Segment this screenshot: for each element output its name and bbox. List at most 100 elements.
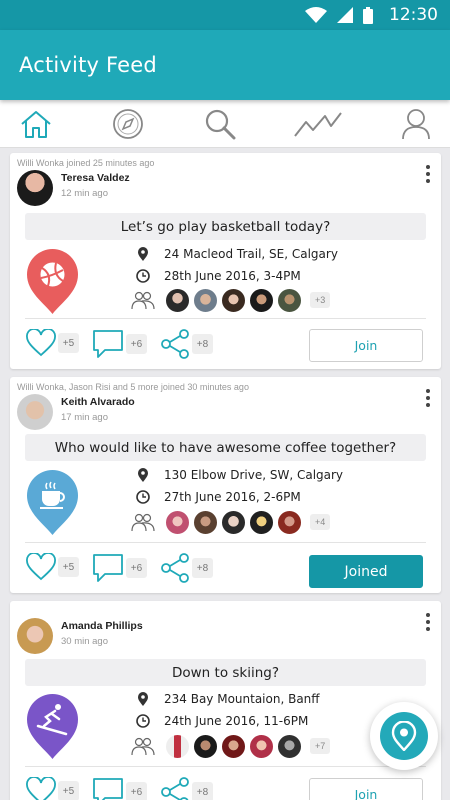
activity-card: Willi Wonka joined 25 minutes ago Teresa… — [10, 153, 441, 369]
participant-avatar[interactable] — [193, 287, 218, 313]
location-text: 130 Elbow Drive, SW, Calgary — [164, 468, 344, 482]
skiing-icon — [27, 694, 78, 759]
map-pin-icon — [138, 247, 148, 261]
comment-button[interactable]: +6 — [92, 329, 147, 359]
participants-row[interactable]: +3 — [131, 287, 331, 313]
avatar[interactable] — [17, 394, 53, 430]
participant-avatar[interactable] — [277, 287, 302, 313]
participant-avatar[interactable] — [165, 733, 190, 759]
share-button[interactable]: +8 — [160, 329, 213, 359]
share-button[interactable]: +8 — [160, 777, 213, 800]
avatar[interactable] — [17, 618, 53, 654]
share-icon — [161, 329, 189, 359]
activity-question: Let’s go play basketball today? — [25, 213, 426, 240]
participant-avatar[interactable] — [277, 733, 302, 759]
create-activity-fab[interactable] — [370, 702, 438, 770]
activity-chart-icon — [294, 111, 342, 137]
divider — [25, 318, 426, 319]
more-options-button[interactable] — [421, 163, 435, 185]
tab-home[interactable] — [16, 104, 56, 144]
group-icon — [131, 513, 155, 532]
join-button[interactable]: Join — [309, 778, 423, 800]
tab-explore[interactable] — [108, 104, 148, 144]
status-time: 12:30 — [389, 5, 438, 25]
joined-by-text: Willi Wonka, Jason Risi and 5 more joine… — [17, 382, 249, 392]
location-marker-icon — [391, 721, 417, 751]
participant-avatar[interactable] — [193, 509, 218, 535]
share-count: +8 — [192, 558, 213, 578]
participant-avatar[interactable] — [221, 509, 246, 535]
group-icon — [131, 291, 155, 310]
participant-avatar[interactable] — [193, 733, 218, 759]
share-count: +8 — [192, 782, 213, 800]
activity-card: Willi Wonka, Jason Risi and 5 more joine… — [10, 377, 441, 593]
more-participants-badge[interactable]: +3 — [310, 292, 331, 308]
share-button[interactable]: +8 — [160, 553, 213, 583]
map-pin-icon — [138, 468, 148, 482]
search-icon — [205, 109, 236, 139]
location-row: 234 Bay Mountaion, Banff — [136, 689, 320, 709]
like-button[interactable]: +5 — [26, 777, 79, 800]
participants-row[interactable]: +7 — [131, 733, 331, 759]
activity-question: Down to skiing? — [25, 659, 426, 686]
wifi-icon — [305, 7, 327, 23]
comment-icon — [93, 554, 123, 582]
tab-activity[interactable] — [292, 104, 344, 144]
participant-avatar[interactable] — [221, 287, 246, 313]
tab-search[interactable] — [200, 104, 240, 144]
like-button[interactable]: +5 — [26, 329, 79, 357]
participant-avatar[interactable] — [249, 287, 274, 313]
more-participants-badge[interactable]: +4 — [310, 514, 331, 530]
coffee-cup-icon — [27, 470, 78, 535]
comment-button[interactable]: +6 — [92, 777, 147, 800]
more-options-button[interactable] — [421, 611, 435, 633]
divider — [25, 542, 426, 543]
comment-count: +6 — [126, 334, 147, 354]
post-time: 17 min ago — [61, 412, 109, 423]
person-icon — [402, 108, 430, 139]
share-count: +8 — [192, 334, 213, 354]
participant-avatar[interactable] — [165, 287, 190, 313]
status-bar: 12:30 — [0, 0, 450, 30]
user-name[interactable]: Keith Alvarado — [61, 396, 135, 408]
group-icon — [131, 737, 155, 756]
more-participants-badge[interactable]: +7 — [310, 738, 331, 754]
like-count: +5 — [58, 333, 79, 353]
share-icon — [161, 553, 189, 583]
datetime-text: 24th June 2016, 11-6PM — [164, 714, 309, 728]
share-icon — [161, 777, 189, 800]
heart-icon — [26, 553, 56, 581]
clock-icon — [136, 714, 150, 728]
joined-button[interactable]: Joined — [309, 555, 423, 588]
location-row: 130 Elbow Drive, SW, Calgary — [136, 465, 343, 485]
participant-avatar[interactable] — [249, 509, 274, 535]
app-bar: Activity Feed — [0, 30, 450, 100]
join-button[interactable]: Join — [309, 329, 423, 362]
datetime-row: 27th June 2016, 2-6PM — [136, 487, 301, 507]
participant-avatar[interactable] — [249, 733, 274, 759]
activity-question: Who would like to have awesome coffee to… — [25, 434, 426, 461]
datetime-text: 28th June 2016, 3-4PM — [164, 269, 301, 283]
location-row: 24 Macleod Trail, SE, Calgary — [136, 244, 338, 264]
participant-avatar[interactable] — [165, 509, 190, 535]
activity-card: Amanda Phillips 30 min ago Down to skiin… — [10, 601, 441, 800]
comment-button[interactable]: +6 — [92, 553, 147, 583]
divider — [25, 766, 426, 767]
avatar[interactable] — [17, 170, 53, 206]
comment-count: +6 — [126, 558, 147, 578]
participants-row[interactable]: +4 — [131, 509, 331, 535]
like-button[interactable]: +5 — [26, 553, 79, 581]
tab-bar — [0, 100, 450, 148]
participant-avatar[interactable] — [277, 509, 302, 535]
user-name[interactable]: Teresa Valdez — [61, 172, 130, 184]
like-count: +5 — [58, 557, 79, 577]
location-text: 234 Bay Mountaion, Banff — [164, 692, 320, 706]
datetime-row: 24th June 2016, 11-6PM — [136, 711, 308, 731]
like-count: +5 — [58, 781, 79, 800]
participant-avatar[interactable] — [221, 733, 246, 759]
user-name[interactable]: Amanda Phillips — [61, 620, 143, 632]
post-time: 30 min ago — [61, 636, 109, 647]
tab-profile[interactable] — [396, 104, 436, 144]
more-options-button[interactable] — [421, 387, 435, 409]
fab-inner — [380, 712, 428, 760]
